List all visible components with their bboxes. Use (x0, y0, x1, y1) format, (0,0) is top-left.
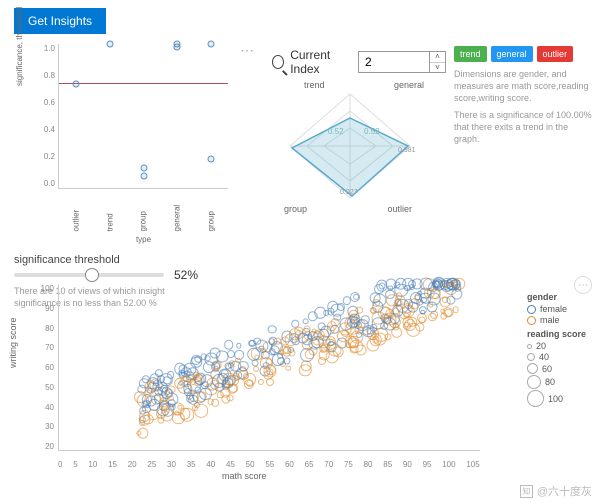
radar-axis-group: group (284, 204, 307, 214)
legend-size-20: 20 (527, 341, 586, 351)
legend-size-60: 60 (527, 363, 586, 374)
mini-xlabel: type (136, 235, 151, 244)
legend-gender-female: female (527, 304, 586, 314)
tag-general: general (491, 46, 533, 62)
radar-axis-outlier: outlier (387, 204, 412, 214)
info-line-2: There is a significance of 100.00% that … (454, 109, 592, 145)
scatter-yticks: 2030405060708090100 (34, 284, 54, 451)
radar-chart: 0.52 0.52 0.981 0.027 trend general outl… (270, 76, 430, 216)
svg-text:0.981: 0.981 (398, 147, 416, 154)
radar-axis-general: general (394, 80, 424, 90)
scatter-xlabel: math score (222, 471, 267, 481)
index-up-button[interactable]: ˄ (430, 52, 445, 63)
svg-text:0.52: 0.52 (328, 127, 344, 136)
info-line-1: Dimensions are gender, and measures are … (454, 68, 592, 104)
insight-info-panel: trendgeneraloutlier Dimensions are gende… (454, 46, 592, 145)
zhihu-icon: 知 (520, 485, 533, 498)
legend-size-80: 80 (527, 375, 586, 389)
mini-threshold-line (59, 83, 228, 84)
get-insights-button[interactable]: Get Insights (14, 8, 106, 34)
index-down-button[interactable]: ˅ (430, 63, 445, 73)
legend-size-40: 40 (527, 352, 586, 362)
radar-axis-trend: trend (304, 80, 325, 90)
tag-trend: trend (454, 46, 487, 62)
current-index-label: Current Index (290, 48, 352, 76)
svg-text:0.52: 0.52 (364, 127, 380, 136)
tag-outlier: outlier (537, 46, 574, 62)
watermark: 知 @六十度灰 (520, 483, 592, 499)
current-index-input[interactable] (359, 52, 429, 72)
mini-xticks: outliertrendgroupgeneralgroup (59, 221, 228, 230)
svg-text:0.027: 0.027 (340, 189, 358, 196)
scatter-xticks: 0510152025303540455055606570758085909510… (58, 460, 480, 469)
mini-ylabel: significance, threshold (15, 7, 24, 86)
main-scatter-chart: ⋯ writing score 2030405060708090100 0510… (14, 280, 590, 475)
search-icon (272, 55, 284, 69)
mini-significance-chart: significance, threshold 1.00.80.60.40.20… (58, 44, 228, 189)
mini-yticks: 1.00.80.60.40.20.0 (29, 44, 55, 188)
legend-size-100: 100 (527, 390, 586, 407)
scatter-ylabel: writing score (8, 317, 18, 368)
significance-slider[interactable] (14, 273, 164, 277)
slider-title: significance threshold (14, 254, 214, 266)
legend-gender-male: male (527, 315, 586, 325)
current-index-spinner[interactable]: ˄ ˅ (358, 51, 446, 73)
scatter-legend: gender femalemale reading score 20406080… (527, 288, 586, 408)
mini-chart-menu-icon[interactable]: ⋯ (236, 38, 258, 63)
